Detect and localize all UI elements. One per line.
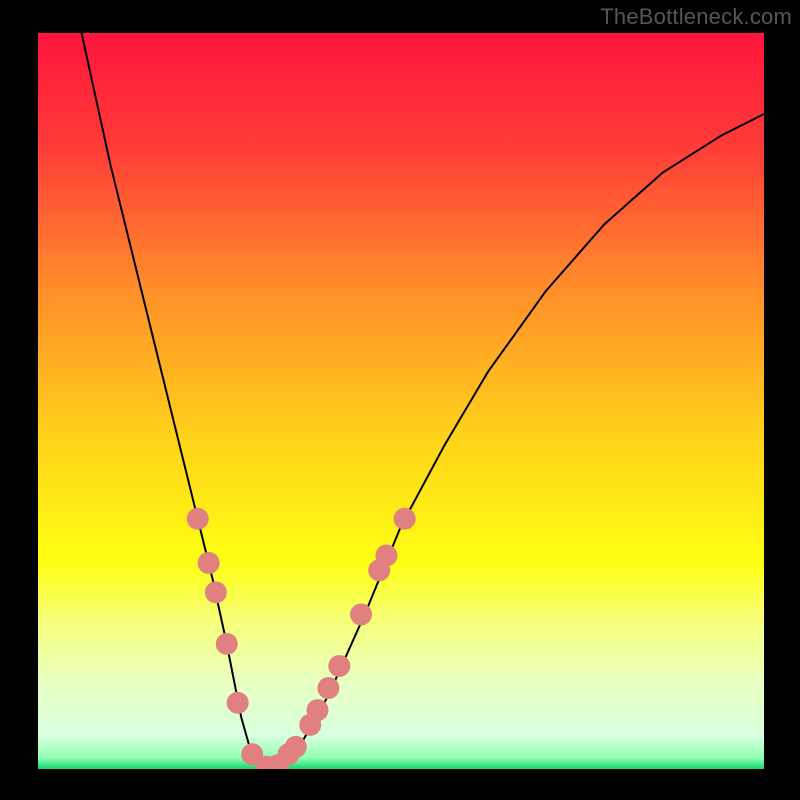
- marker-dot: [394, 508, 416, 530]
- marker-dot: [285, 736, 307, 758]
- marker-dot: [216, 633, 238, 655]
- marker-dot: [187, 508, 209, 530]
- chart-stage: TheBottleneck.com: [0, 0, 800, 800]
- marker-dot: [198, 552, 220, 574]
- plot-background: [38, 33, 764, 769]
- marker-dot: [328, 655, 350, 677]
- marker-dot: [350, 603, 372, 625]
- marker-dot: [317, 677, 339, 699]
- marker-dot: [227, 692, 249, 714]
- marker-dot: [307, 699, 329, 721]
- bottleneck-chart: [0, 0, 800, 800]
- marker-dot: [205, 581, 227, 603]
- marker-dot: [375, 545, 397, 567]
- watermark-text: TheBottleneck.com: [600, 4, 792, 30]
